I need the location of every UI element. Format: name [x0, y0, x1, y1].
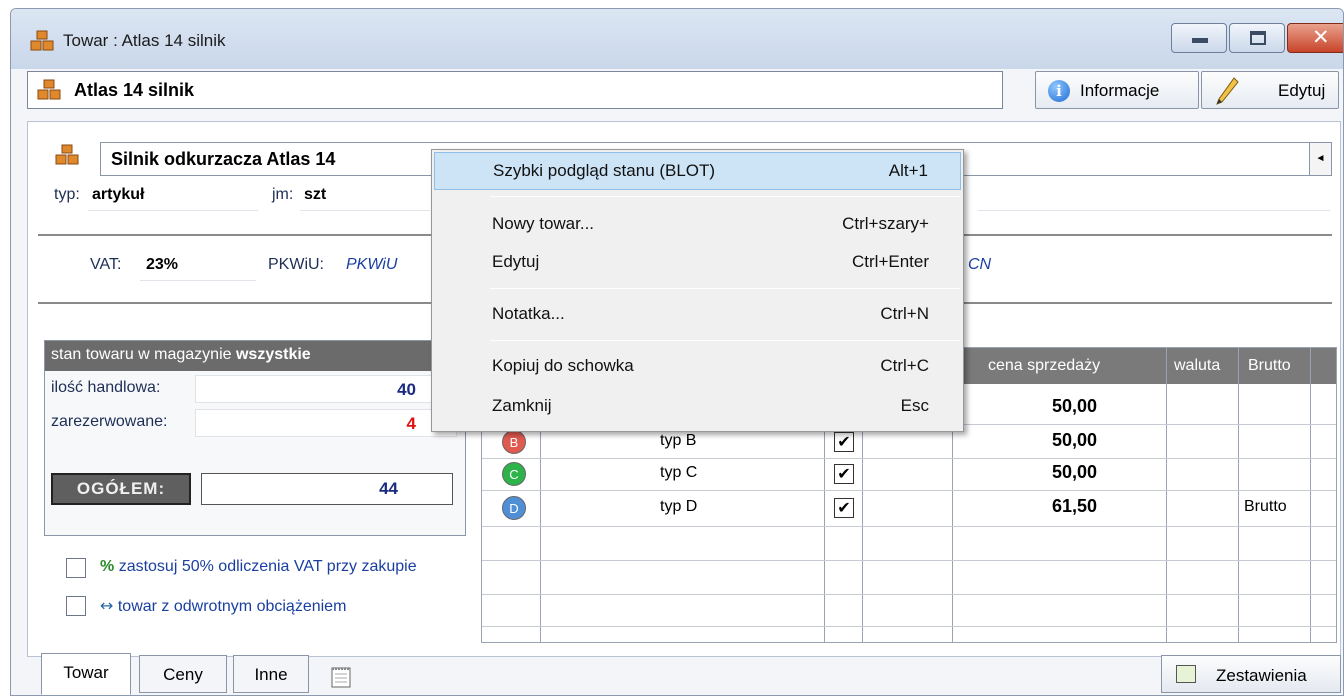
- minimize-icon: [1192, 38, 1208, 43]
- chart-icon: [1176, 665, 1196, 683]
- maximize-button[interactable]: [1229, 23, 1285, 53]
- context-menu: Szybki podgląd stanu (BLOT) Alt+1 Nowy t…: [431, 149, 964, 432]
- header-currency[interactable]: waluta: [1174, 357, 1220, 375]
- maximize-icon: [1250, 31, 1266, 45]
- reserved-value: 4: [406, 414, 416, 433]
- product-boxes-icon: [55, 144, 79, 165]
- menu-item-close[interactable]: Zamknij Esc: [434, 388, 961, 426]
- swap-arrows-icon: ↔: [100, 596, 114, 615]
- menu-item-new-product[interactable]: Nowy towar... Ctrl+szary+: [434, 206, 961, 244]
- price-cell: 50,00: [1052, 430, 1098, 450]
- menu-item-copy[interactable]: Kopiuj do schowka Ctrl+C: [434, 348, 961, 386]
- reserved-label: zarezerwowane:: [51, 413, 168, 430]
- total-box: 44: [201, 473, 453, 505]
- product-boxes-icon: [37, 79, 61, 100]
- vat-label: VAT:: [90, 256, 122, 273]
- total-value: 44: [379, 479, 398, 498]
- active-checkbox[interactable]: ✔: [834, 464, 854, 484]
- price-cell: 50,00: [1052, 396, 1098, 416]
- tab-inne[interactable]: Inne: [233, 655, 309, 693]
- product-name-text: Atlas 14 silnik: [74, 80, 195, 100]
- trade-quantity-label: ilość handlowa:: [51, 379, 161, 396]
- menu-item-edit[interactable]: Edytuj Ctrl+Enter: [434, 244, 961, 282]
- type-label: typ:: [54, 186, 80, 203]
- product-window: Towar : Atlas 14 silnik ✕ Atlas 14 silni…: [10, 8, 1344, 696]
- close-button[interactable]: ✕: [1287, 23, 1343, 53]
- pencil-icon: [1216, 77, 1239, 105]
- summary-label: Zestawienia: [1216, 666, 1307, 685]
- trade-quantity-box: 40: [195, 375, 457, 403]
- menu-separator: [490, 196, 960, 197]
- product-name-field[interactable]: Atlas 14 silnik: [27, 71, 1003, 109]
- total-label: OGÓŁEM:: [51, 473, 191, 505]
- edit-button[interactable]: Edytuj: [1201, 71, 1339, 109]
- minimize-button[interactable]: [1171, 23, 1227, 53]
- reserved-box: 4: [195, 409, 457, 437]
- tab-ceny[interactable]: Ceny: [139, 655, 227, 693]
- unit-value: szt: [304, 186, 327, 203]
- header-gross[interactable]: Brutto: [1248, 357, 1291, 375]
- stock-header: stan towaru w magazynie wszystkie: [45, 341, 465, 371]
- gross-cell: Brutto: [1244, 498, 1287, 515]
- header-price[interactable]: cena sprzedaży: [988, 357, 1100, 375]
- menu-separator: [490, 288, 960, 289]
- type-cell: typ D: [660, 498, 698, 515]
- menu-separator: [490, 340, 960, 341]
- edit-label: Edytuj: [1278, 81, 1326, 100]
- vat50-option[interactable]: % zastosuj 50% odliczenia VAT przy zakup…: [100, 558, 417, 576]
- badge-d-icon: D: [502, 496, 526, 520]
- description-text: Silnik odkurzacza Atlas 14: [111, 149, 336, 169]
- close-icon: ✕: [1312, 25, 1330, 49]
- badge-b-icon: B: [502, 430, 526, 454]
- product-boxes-icon: [30, 30, 54, 51]
- badge-c-icon: C: [502, 462, 526, 486]
- active-checkbox[interactable]: ✔: [834, 498, 854, 518]
- menu-item-note[interactable]: Notatka... Ctrl+N: [434, 296, 961, 334]
- type-value: artykuł: [92, 186, 145, 203]
- type-cell: typ C: [660, 464, 698, 481]
- menu-item-quick-preview[interactable]: Szybki podgląd stanu (BLOT) Alt+1: [434, 152, 961, 190]
- reverse-charge-checkbox[interactable]: [66, 596, 86, 616]
- dropdown-arrow-icon[interactable]: ◄: [1309, 143, 1331, 175]
- unit-label: jm:: [272, 186, 294, 203]
- active-checkbox[interactable]: ✔: [834, 432, 854, 452]
- window-title: Towar : Atlas 14 silnik: [63, 31, 226, 50]
- price-cell: 50,00: [1052, 462, 1098, 482]
- notepad-icon[interactable]: [329, 665, 353, 689]
- price-cell: 61,50: [1052, 496, 1098, 516]
- title-bar: Towar : Atlas 14 silnik ✕: [11, 9, 1343, 69]
- pkwiu-value[interactable]: PKWiU: [346, 256, 430, 274]
- pkwiu-label: PKWiU:: [268, 256, 324, 273]
- information-label: Informacje: [1080, 81, 1160, 100]
- percent-icon: %: [100, 558, 115, 575]
- tab-towar[interactable]: Towar: [41, 653, 131, 695]
- information-button[interactable]: i Informacje: [1035, 71, 1199, 109]
- summary-button[interactable]: Zestawienia: [1161, 655, 1341, 693]
- vat-value: 23%: [146, 256, 179, 273]
- info-icon: i: [1048, 80, 1070, 102]
- cn-value[interactable]: CN: [968, 256, 991, 274]
- stock-panel: stan towaru w magazynie wszystkie ilość …: [44, 340, 466, 536]
- trade-quantity-value: 40: [397, 380, 416, 399]
- type-cell: typ B: [660, 432, 697, 449]
- vat50-checkbox[interactable]: [66, 558, 86, 578]
- reverse-charge-option[interactable]: ↔ towar z odwrotnym obciążeniem: [100, 596, 346, 616]
